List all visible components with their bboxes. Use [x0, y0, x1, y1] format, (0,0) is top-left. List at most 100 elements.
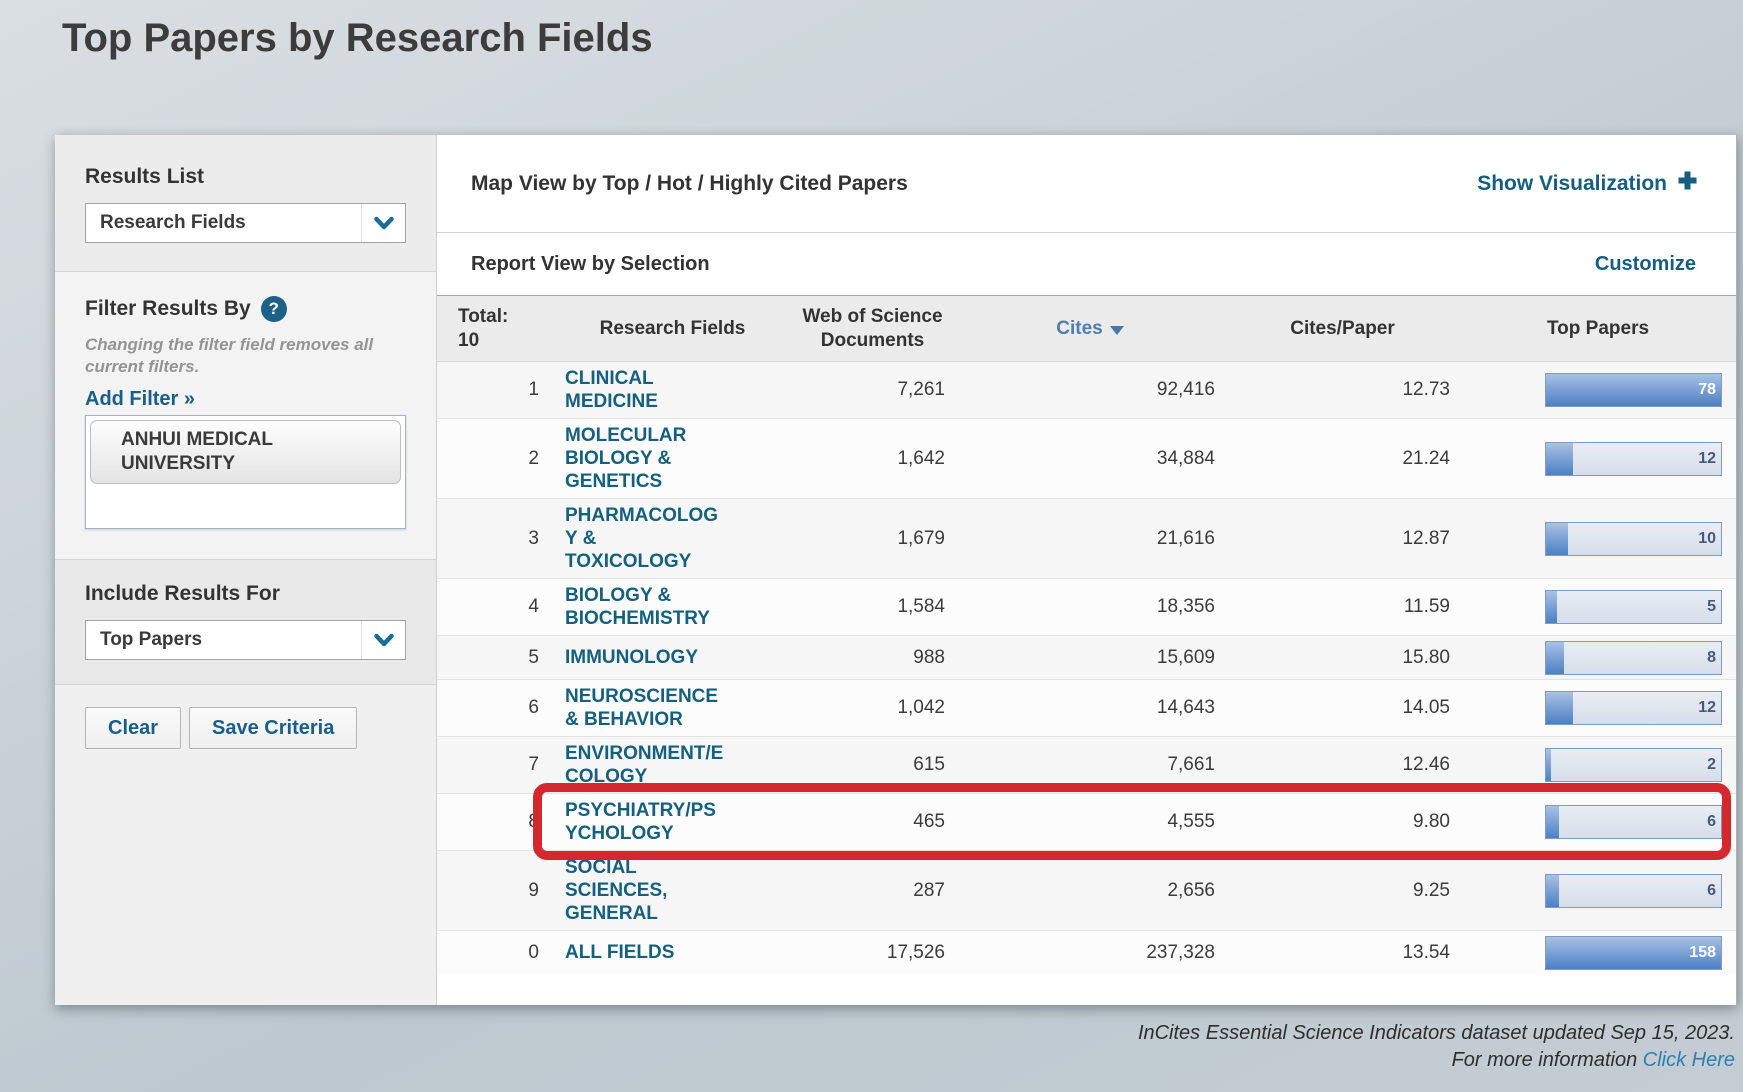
cites-value: 15,609: [955, 647, 1225, 669]
cites-per-paper-value: 9.80: [1225, 811, 1460, 833]
research-field-link[interactable]: PSYCHIATRY/PS YCHOLOGY: [555, 794, 790, 850]
table-body: 1CLINICAL MEDICINE7,26192,41612.73782MOL…: [437, 362, 1736, 974]
column-header-wos-documents[interactable]: Web of Science Documents: [790, 305, 955, 353]
top-papers-count: 5: [1707, 591, 1716, 623]
research-field-link[interactable]: ALL FIELDS: [555, 936, 790, 969]
wos-documents-value: 287: [790, 880, 955, 902]
cites-value: 34,884: [955, 448, 1225, 470]
show-visualization-label: Show Visualization: [1477, 172, 1667, 196]
click-here-link[interactable]: Click Here: [1643, 1049, 1735, 1071]
top-papers-bar-fill: [1546, 806, 1559, 838]
top-papers-count: 6: [1707, 875, 1716, 907]
clear-button[interactable]: Clear: [85, 707, 181, 749]
top-papers-bar: 8: [1545, 641, 1722, 675]
cites-per-paper-value: 12.46: [1225, 754, 1460, 776]
research-field-link[interactable]: MOLECULAR BIOLOGY & GENETICS: [555, 419, 790, 498]
top-papers-count: 6: [1707, 806, 1716, 838]
wos-documents-value: 1,042: [790, 697, 955, 719]
cites-value: 14,643: [955, 697, 1225, 719]
customize-link[interactable]: Customize: [1595, 253, 1696, 276]
top-papers-count: 2: [1707, 749, 1716, 781]
column-header-top-papers[interactable]: Top Papers: [1460, 317, 1736, 341]
results-table: Total: 10 Research Fields Web of Science…: [437, 295, 1736, 974]
results-list-select[interactable]: Research Fields: [85, 203, 406, 243]
sort-descending-icon: [1110, 326, 1124, 335]
top-papers-count: 158: [1689, 937, 1716, 969]
top-papers-cell: 12: [1460, 691, 1736, 725]
research-field-link[interactable]: PHARMACOLOG Y & TOXICOLOGY: [555, 499, 790, 578]
research-field-link[interactable]: IMMUNOLOGY: [555, 641, 790, 674]
row-rank: 9: [437, 880, 555, 902]
help-icon[interactable]: ?: [261, 296, 287, 322]
table-row: 6NEUROSCIENCE & BEHAVIOR1,04214,64314.05…: [437, 679, 1736, 736]
page-title: Top Papers by Research Fields: [62, 16, 653, 61]
wos-documents-value: 7,261: [790, 379, 955, 401]
plus-icon: [1677, 170, 1698, 197]
filter-chip-anhui-medical-university[interactable]: ANHUI MEDICAL UNIVERSITY: [90, 420, 401, 484]
row-rank: 3: [437, 528, 555, 550]
top-papers-bar: 12: [1545, 442, 1722, 476]
results-list-section: Results List Research Fields: [55, 135, 436, 272]
top-papers-cell: 10: [1460, 522, 1736, 556]
top-papers-bar: 5: [1545, 590, 1722, 624]
top-papers-bar-fill: [1546, 591, 1557, 623]
top-papers-bar: 6: [1545, 805, 1722, 839]
footer-line1: InCites Essential Science Indicators dat…: [1138, 1020, 1735, 1047]
row-rank: 0: [437, 942, 555, 964]
table-row: 2MOLECULAR BIOLOGY & GENETICS1,64234,884…: [437, 418, 1736, 498]
row-rank: 8: [437, 811, 555, 833]
table-header-row: Total: 10 Research Fields Web of Science…: [437, 296, 1736, 362]
top-papers-cell: 2: [1460, 748, 1736, 782]
main-area: Map View by Top / Hot / Highly Cited Pap…: [437, 135, 1736, 1005]
top-papers-bar-fill: [1546, 692, 1573, 724]
top-papers-bar-fill: [1546, 443, 1573, 475]
cites-value: 21,616: [955, 528, 1225, 550]
row-rank: 5: [437, 647, 555, 669]
cites-value: 7,661: [955, 754, 1225, 776]
row-rank: 2: [437, 448, 555, 470]
top-papers-count: 10: [1698, 523, 1716, 555]
results-list-value: Research Fields: [100, 212, 246, 234]
row-rank: 4: [437, 596, 555, 618]
table-row: 1CLINICAL MEDICINE7,26192,41612.7378: [437, 362, 1736, 418]
table-row: 5IMMUNOLOGY98815,60915.808: [437, 635, 1736, 679]
research-field-link[interactable]: ENVIRONMENT/E COLOGY: [555, 737, 790, 793]
show-visualization-link[interactable]: Show Visualization: [1477, 170, 1698, 197]
row-rank: 6: [437, 697, 555, 719]
include-results-label: Include Results For: [85, 582, 406, 606]
research-field-link[interactable]: NEUROSCIENCE & BEHAVIOR: [555, 680, 790, 736]
column-header-cites[interactable]: Cites: [955, 317, 1225, 341]
cites-per-paper-value: 14.05: [1225, 697, 1460, 719]
add-filter-link[interactable]: Add Filter »: [85, 388, 195, 411]
top-papers-bar: 2: [1545, 748, 1722, 782]
cites-per-paper-value: 11.59: [1225, 596, 1460, 618]
report-view-bar: Report View by Selection Customize: [437, 233, 1736, 295]
top-papers-cell: 158: [1460, 936, 1736, 970]
column-header-cites-per-paper[interactable]: Cites/Paper: [1225, 317, 1460, 341]
wos-documents-value: 988: [790, 647, 955, 669]
cites-value: 237,328: [955, 942, 1225, 964]
research-field-link[interactable]: BIOLOGY & BIOCHEMISTRY: [555, 579, 790, 635]
top-papers-cell: 12: [1460, 442, 1736, 476]
include-results-select[interactable]: Top Papers: [85, 620, 406, 660]
top-papers-bar: 10: [1545, 522, 1722, 556]
footer-line2-prefix: For more information: [1452, 1049, 1643, 1071]
table-row: 7ENVIRONMENT/E COLOGY6157,66112.462: [437, 736, 1736, 793]
footer-note: InCites Essential Science Indicators dat…: [1138, 1020, 1735, 1074]
wos-documents-value: 1,679: [790, 528, 955, 550]
cites-per-paper-value: 9.25: [1225, 880, 1460, 902]
research-field-link[interactable]: CLINICAL MEDICINE: [555, 362, 790, 418]
top-papers-count: 12: [1698, 692, 1716, 724]
content-panel: Results List Research Fields Filter Resu…: [55, 135, 1737, 1005]
top-papers-bar-fill: [1546, 374, 1721, 406]
wos-documents-value: 615: [790, 754, 955, 776]
top-papers-bar-fill: [1546, 749, 1551, 781]
include-results-section: Include Results For Top Papers: [55, 560, 436, 685]
top-papers-cell: 78: [1460, 373, 1736, 407]
criteria-buttons-section: Clear Save Criteria: [55, 685, 436, 1005]
include-results-value: Top Papers: [100, 629, 202, 651]
research-field-link[interactable]: SOCIAL SCIENCES, GENERAL: [555, 851, 790, 930]
save-criteria-button[interactable]: Save Criteria: [189, 707, 357, 749]
column-header-research-fields: Research Fields: [555, 317, 790, 341]
table-row: 8PSYCHIATRY/PS YCHOLOGY4654,5559.806: [437, 793, 1736, 850]
